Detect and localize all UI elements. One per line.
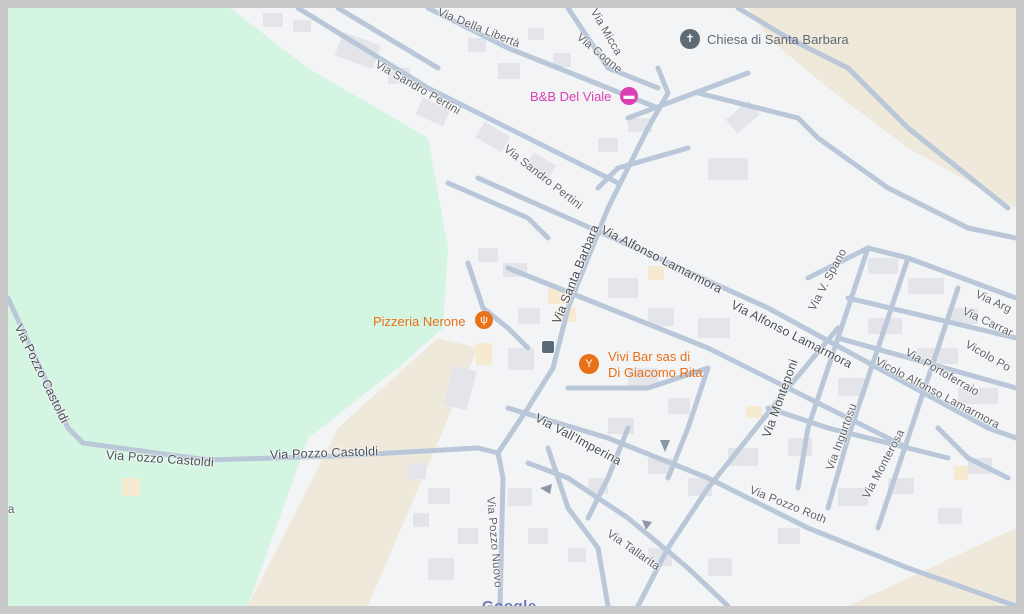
poi-pizzeria-label[interactable]: Pizzeria Nerone [373, 314, 466, 330]
sand-area-bottom-right [848, 528, 1016, 606]
edge-label-fragment: a [8, 504, 15, 516]
cross-icon[interactable]: ✝ [680, 29, 700, 49]
fork-knife-icon[interactable]: ψ [475, 311, 493, 329]
poi-bnb-label[interactable]: B&B Del Viale [530, 89, 611, 105]
cocktail-icon[interactable]: Y [579, 354, 599, 374]
map-logo: Google [482, 598, 537, 606]
bed-icon[interactable]: ▬ [620, 87, 638, 105]
map-view[interactable]: ✝ Chiesa di Santa Barbara ▬ B&B Del Vial… [8, 8, 1016, 606]
poi-vivi-bar-label[interactable]: Vivi Bar sas di [608, 349, 690, 365]
bus-stop-icon[interactable] [541, 340, 555, 354]
map-canvas [8, 8, 1016, 606]
poi-chiesa-label[interactable]: Chiesa di Santa Barbara [707, 32, 849, 48]
poi-vivi-bar-label-line2[interactable]: Di Giacomo Rita [608, 365, 703, 381]
